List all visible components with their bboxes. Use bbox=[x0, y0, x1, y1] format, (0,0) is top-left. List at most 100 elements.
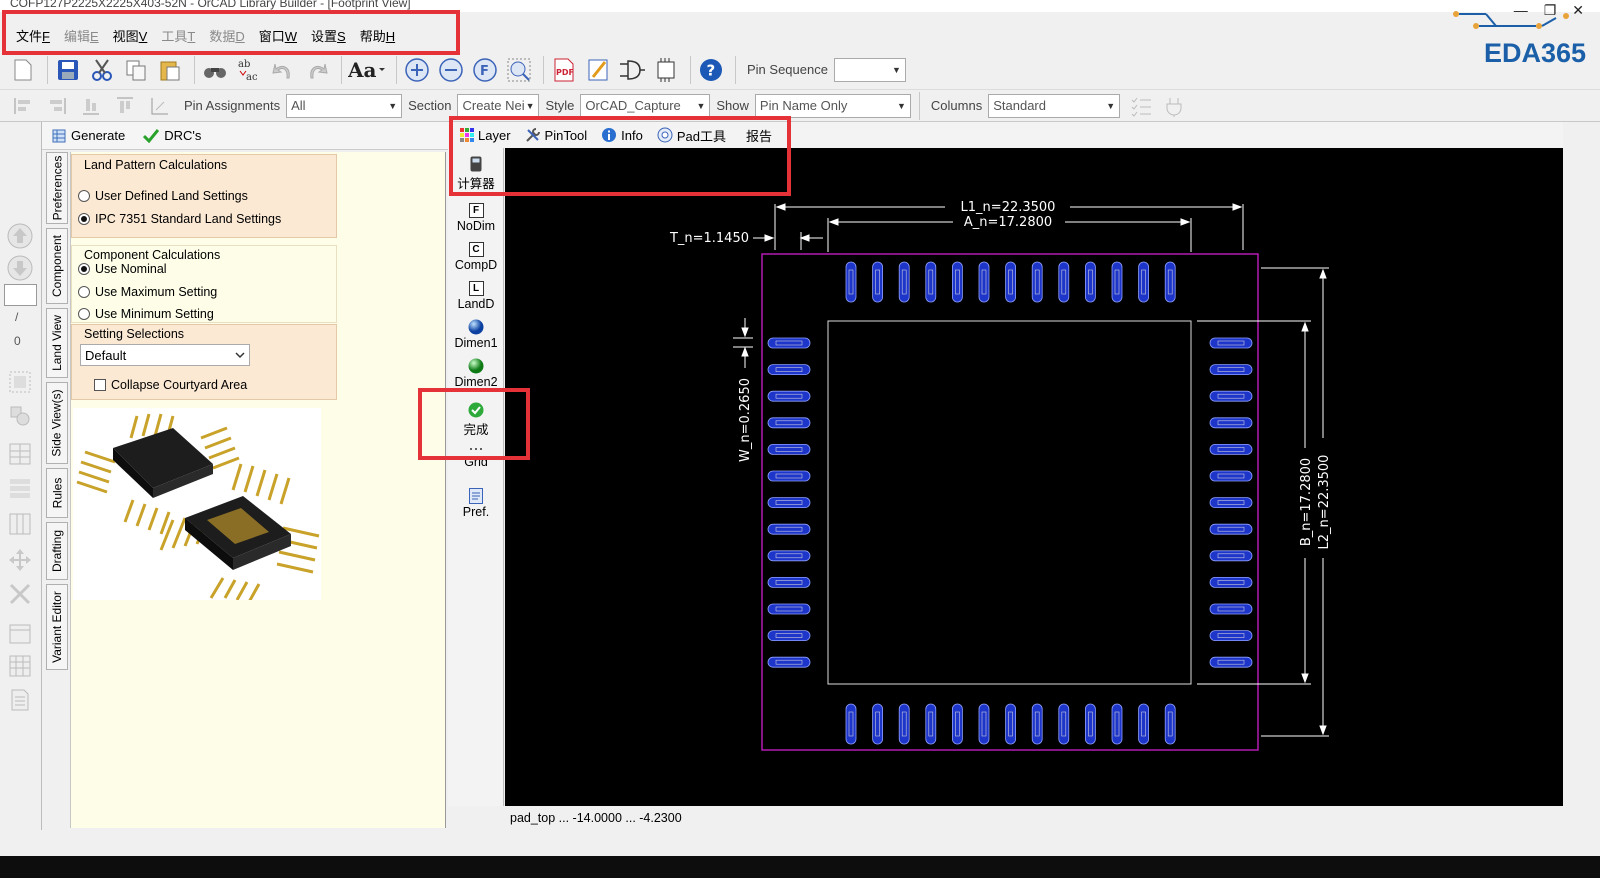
collapse-courtyard-option[interactable]: Collapse Courtyard Area bbox=[94, 378, 247, 392]
terminal-button[interactable] bbox=[6, 620, 34, 648]
pad-bottom-1[interactable] bbox=[845, 703, 857, 745]
landd-button[interactable]: L LandD bbox=[448, 280, 504, 311]
pad-top-4[interactable] bbox=[925, 261, 937, 303]
use-min-option[interactable]: Use Minimum Setting bbox=[78, 307, 214, 321]
menu-item-e[interactable]: 编辑E bbox=[60, 26, 109, 45]
menu-item-s[interactable]: 设置S bbox=[307, 26, 356, 45]
pad-bottom-3[interactable] bbox=[898, 703, 910, 745]
zoom-fit-button[interactable]: F bbox=[470, 55, 500, 85]
radio-max[interactable] bbox=[78, 286, 90, 298]
drcs-button[interactable]: DRC's bbox=[143, 128, 201, 143]
pad-top-1[interactable] bbox=[845, 261, 857, 303]
pad-bottom-10[interactable] bbox=[1085, 703, 1096, 745]
tab-rules[interactable]: Rules bbox=[46, 468, 68, 518]
pad-bottom-4[interactable] bbox=[925, 703, 937, 745]
pad-left-2[interactable] bbox=[767, 364, 811, 376]
radio-min[interactable] bbox=[78, 308, 90, 320]
pad-top-10[interactable] bbox=[1085, 261, 1096, 303]
align-bottom-button[interactable] bbox=[76, 91, 106, 121]
calculator-button[interactable]: 计算器 bbox=[448, 156, 504, 192]
grid-table-button[interactable] bbox=[6, 440, 34, 468]
pad-right-7[interactable] bbox=[1209, 497, 1253, 509]
pad-right-5[interactable] bbox=[1209, 443, 1253, 455]
nodim-button[interactable]: F NoDim bbox=[448, 202, 504, 233]
radio-nominal[interactable] bbox=[78, 263, 90, 275]
pad-top-7[interactable] bbox=[1005, 261, 1017, 303]
tab-pad-tool[interactable]: Pad工具 bbox=[657, 126, 726, 145]
delete-tool-button[interactable] bbox=[6, 580, 34, 608]
pad-right-1[interactable] bbox=[1209, 337, 1253, 349]
restore-icon[interactable]: ❐ bbox=[1544, 2, 1557, 19]
pad-bottom-8[interactable] bbox=[1031, 703, 1043, 745]
pad-left-8[interactable] bbox=[767, 523, 811, 535]
pad-bottom-2[interactable] bbox=[872, 703, 884, 745]
pad-bottom-9[interactable] bbox=[1058, 703, 1070, 745]
move-down-button[interactable] bbox=[6, 254, 34, 282]
gate-button[interactable] bbox=[617, 55, 647, 85]
pref-button[interactable]: Pref. bbox=[448, 488, 504, 519]
edit-button[interactable] bbox=[583, 55, 613, 85]
tab-report[interactable]: 报告 bbox=[746, 126, 772, 145]
pad-right-9[interactable] bbox=[1209, 550, 1253, 562]
style-select[interactable]: OrCAD_Capture ▼ bbox=[580, 93, 711, 118]
pad-left-9[interactable] bbox=[767, 550, 811, 562]
grid-button[interactable]: Grid bbox=[448, 444, 504, 469]
pad-right-6[interactable] bbox=[1209, 470, 1253, 482]
cut-button[interactable] bbox=[87, 55, 117, 85]
pad-bottom-6[interactable] bbox=[978, 703, 990, 745]
align-right-button[interactable] bbox=[42, 91, 72, 121]
menu-item-f[interactable]: 文件F bbox=[12, 26, 60, 45]
pin-place-button[interactable] bbox=[144, 91, 174, 121]
pin-assignments-select[interactable]: All ▼ bbox=[286, 93, 403, 118]
pad-top-13[interactable] bbox=[1164, 261, 1176, 303]
checklist-button[interactable] bbox=[1126, 91, 1156, 121]
find-button[interactable] bbox=[200, 55, 230, 85]
pad-left-3[interactable] bbox=[767, 390, 811, 402]
minimize-icon[interactable]: — bbox=[1514, 2, 1528, 19]
pad-right-11[interactable] bbox=[1209, 603, 1253, 615]
tab-info[interactable]: Info bbox=[601, 127, 643, 143]
zoom-in-button[interactable] bbox=[402, 55, 432, 85]
chip-button[interactable] bbox=[651, 55, 681, 85]
align-top-button[interactable] bbox=[110, 91, 140, 121]
pad-top-12[interactable] bbox=[1138, 261, 1149, 303]
pad-left-4[interactable] bbox=[767, 417, 811, 429]
rows-button[interactable] bbox=[6, 474, 34, 502]
pad-right-4[interactable] bbox=[1209, 417, 1253, 429]
save-button[interactable] bbox=[53, 55, 83, 85]
pad-top-5[interactable] bbox=[951, 261, 963, 303]
pad-top-8[interactable] bbox=[1031, 261, 1043, 303]
align-left-button[interactable] bbox=[8, 91, 38, 121]
footprint-canvas[interactable]: L1_n=22.3500 A_n=17.2800 T_n=1.1450 W_n=… bbox=[505, 148, 1563, 806]
plug-button[interactable] bbox=[1160, 91, 1190, 121]
section-select[interactable]: Create Nei ▼ bbox=[457, 93, 540, 118]
pad-bottom-12[interactable] bbox=[1138, 703, 1149, 745]
tab-component[interactable]: Component bbox=[46, 228, 68, 304]
radio-ipc[interactable] bbox=[78, 213, 90, 225]
finish-button[interactable]: 完成 bbox=[448, 402, 504, 438]
pad-bottom-5[interactable] bbox=[951, 703, 963, 745]
document-button[interactable] bbox=[6, 686, 34, 714]
redo-button[interactable] bbox=[302, 55, 332, 85]
pad-left-7[interactable] bbox=[767, 497, 811, 509]
use-nominal-option[interactable]: Use Nominal bbox=[78, 262, 167, 276]
paste-button[interactable] bbox=[155, 55, 185, 85]
tab-side-views[interactable]: Side View(s) bbox=[46, 382, 68, 464]
new-file-button[interactable] bbox=[8, 55, 38, 85]
undo-button[interactable] bbox=[268, 55, 298, 85]
replace-button[interactable]: ab ac bbox=[234, 55, 264, 85]
pin-sequence-select[interactable]: ▼ bbox=[833, 57, 906, 82]
index-field[interactable] bbox=[4, 284, 37, 306]
columns-select[interactable]: Standard ▼ bbox=[988, 93, 1121, 118]
tab-drafting[interactable]: Drafting bbox=[46, 522, 68, 580]
help-button[interactable]: ? bbox=[696, 55, 726, 85]
user-defined-option[interactable]: User Defined Land Settings bbox=[78, 189, 248, 203]
columns-button[interactable] bbox=[6, 510, 34, 538]
generate-button[interactable]: Generate bbox=[52, 128, 125, 143]
menu-item-h[interactable]: 帮助H bbox=[356, 26, 405, 45]
select-area-button[interactable] bbox=[6, 368, 34, 396]
radio-user-defined[interactable] bbox=[78, 190, 90, 202]
setting-selection-select[interactable]: Default bbox=[80, 344, 250, 366]
tab-pintool[interactable]: PinTool bbox=[525, 127, 587, 143]
pad-left-11[interactable] bbox=[767, 603, 811, 615]
